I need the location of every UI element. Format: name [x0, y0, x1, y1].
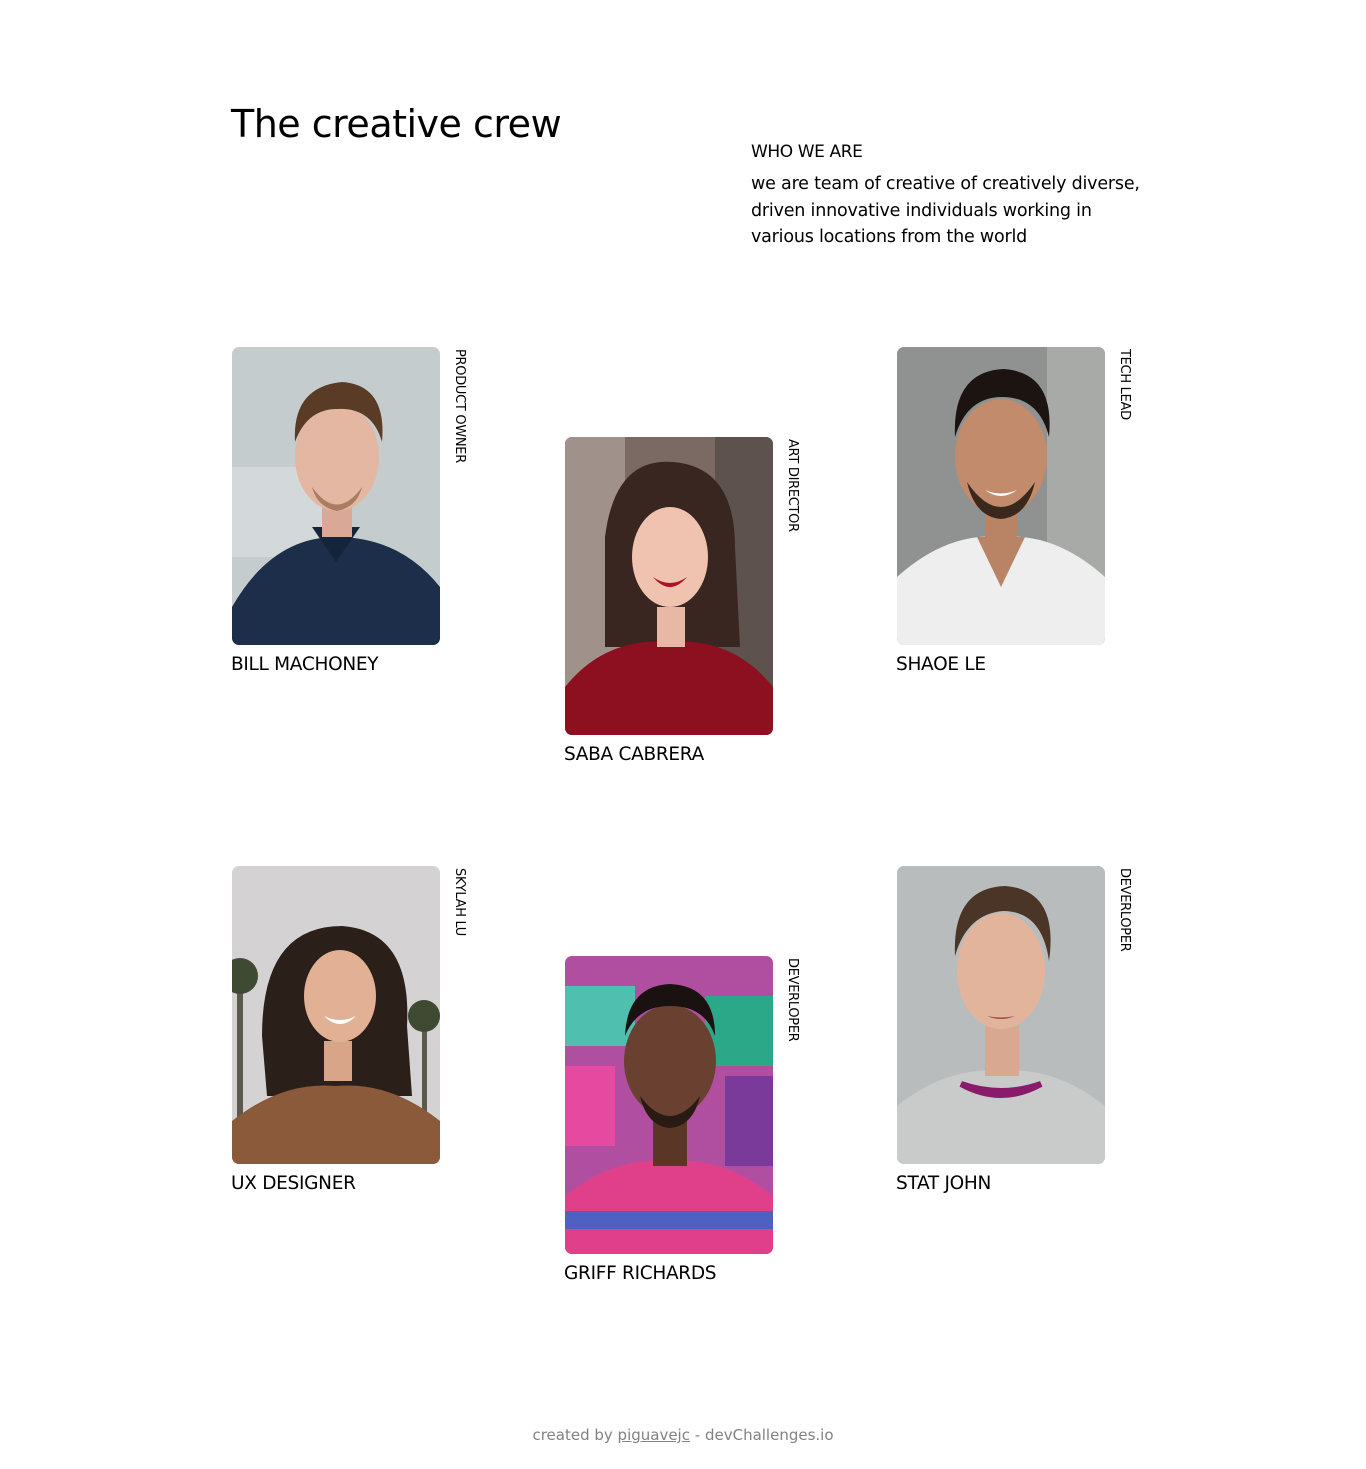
team-member-name: SHAOE LE — [896, 654, 986, 675]
author-link[interactable]: piguavejc — [618, 1426, 690, 1444]
who-we-are-heading: WHO WE ARE — [751, 142, 863, 162]
team-member-role: TECH LEAD — [1117, 349, 1132, 420]
footer-prefix: created by — [532, 1426, 613, 1444]
team-member-role: DEVERLOPER — [785, 958, 800, 1042]
page-title: The creative crew — [231, 102, 562, 146]
team-member-name: STAT JOHN — [896, 1173, 992, 1194]
team-member-photo — [897, 866, 1105, 1164]
team-member-photo — [897, 347, 1105, 645]
team-member-name: BILL MACHONEY — [231, 654, 379, 675]
team-member-card: PRODUCT OWNER BILL MACHONEY — [231, 347, 491, 687]
team-member-card: TECH LEAD SHAOE LE — [896, 347, 1156, 687]
who-we-are-description: we are team of creative of creatively di… — [751, 174, 1140, 247]
team-member-photo — [232, 866, 440, 1164]
team-member-role: SKYLAH LU — [452, 868, 467, 937]
team-member-role: ART DIRECTOR — [785, 439, 800, 532]
footer-site: devChallenges.io — [704, 1426, 834, 1444]
team-member-photo — [565, 437, 773, 735]
team-member-card: DEVERLOPER GRIFF RICHARDS — [564, 956, 824, 1296]
team-member-name: GRIFF RICHARDS — [564, 1263, 717, 1284]
footer-separator: - — [694, 1426, 701, 1444]
team-member-role: DEVERLOPER — [1117, 868, 1132, 952]
team-member-photo — [565, 956, 773, 1254]
team-member-card: ART DIRECTOR SABA CABRERA — [564, 437, 824, 777]
team-member-name: UX DESIGNER — [231, 1173, 356, 1194]
team-member-role: PRODUCT OWNER — [452, 349, 467, 463]
team-member-card: SKYLAH LU UX DESIGNER — [231, 866, 491, 1206]
team-member-name: SABA CABRERA — [564, 744, 704, 765]
footer-credits: created by piguavejc - devChallenges.io — [0, 1425, 1366, 1445]
team-member-card: DEVERLOPER STAT JOHN — [896, 866, 1156, 1206]
team-member-photo — [232, 347, 440, 645]
